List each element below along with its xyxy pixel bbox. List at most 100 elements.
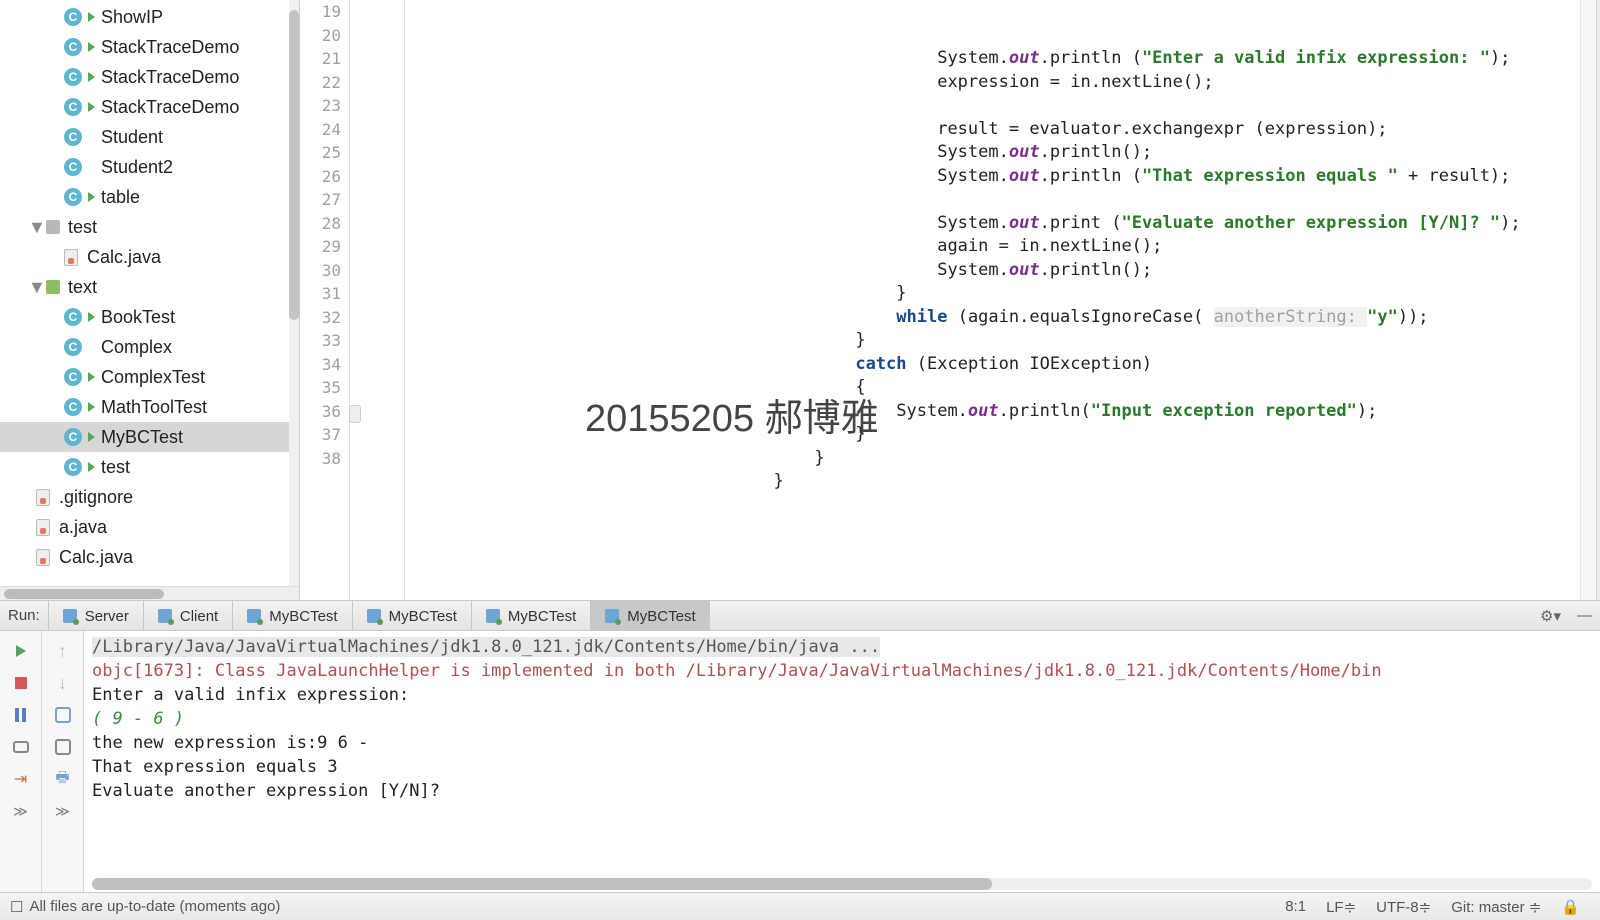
tree-item-table[interactable]: Ctable [0,182,299,212]
run-tab-label: MyBCTest [627,608,695,625]
tree-item-label: test [101,457,130,478]
console-path: /Library/Java/JavaVirtualMachines/jdk1.8… [92,637,880,657]
chevron-down-icon: ▼ [28,217,42,238]
class-icon: C [64,308,82,326]
sidebar-vscroll[interactable] [289,0,299,586]
run-tab-server[interactable]: Server [48,601,143,631]
watermark-text: 20155205 郝博雅 [585,408,879,432]
class-icon: C [64,128,82,146]
line-ending[interactable]: LF≑ [1316,898,1366,916]
tree-item-showip[interactable]: CShowIP [0,2,299,32]
class-icon: C [64,98,82,116]
runnable-icon [88,432,95,442]
tree-item-booktest[interactable]: C BookTest [0,302,299,332]
runnable-icon [88,312,95,322]
tree-item-mybctest[interactable]: CMyBCTest [0,422,299,452]
runnable-icon [88,372,95,382]
class-icon: C [64,158,82,176]
scroll-end-icon[interactable] [53,737,73,757]
sidebar-hscroll[interactable] [0,586,299,600]
run-tab-label: MyBCTest [508,608,576,625]
class-icon: C [64,38,82,56]
more2-icon[interactable]: ≫ [53,801,73,821]
run-tabbar: Run: ServerClient MyBCTest MyBCTest MyBCTes… [0,601,1600,631]
error-stripe[interactable] [1580,0,1596,600]
tree-item-complextest[interactable]: CComplexTest [0,362,299,392]
down-icon[interactable]: ↓ [53,673,73,693]
run-panel: Run: ServerClient MyBCTest MyBCTest MyBCTes… [0,600,1600,892]
tree-item-calc-java[interactable]: Calc.java [0,542,299,572]
console-line: Enter a valid infix expression: [92,683,1592,707]
tree-item-label: MathToolTest [101,397,207,418]
run-tab-mybctest[interactable]: MyBCTest [352,601,471,631]
print-icon[interactable]: 🖶 [53,769,73,789]
tree-item-label: Student2 [101,157,173,178]
run-tool-col-1: ⇥ ≫ [0,631,42,892]
class-icon: C [64,338,82,356]
folder-icon [46,280,60,294]
tree-item-label: BookTest [101,307,175,328]
tree-item-label: StackTraceDemo [101,67,239,88]
runnable-icon [88,192,95,202]
runnable-icon [88,12,95,22]
class-icon: C [64,398,82,416]
console-line: That expression equals 3 [92,755,1592,779]
run-config-icon [605,609,619,623]
runnable-icon [88,42,95,52]
exit-icon[interactable]: ⇥ [11,769,31,789]
tree-item-label: table [101,187,140,208]
tree-item-text[interactable]: ▼text [0,272,299,302]
run-settings-icon[interactable]: ⚙▾ [1532,607,1569,625]
console-line: the new expression is:9 6 - [92,731,1592,755]
tree-item-stacktracedemo[interactable]: C StackTraceDemo [0,92,299,122]
file-icon [36,489,50,506]
run-config-icon [247,609,261,623]
tree-item-mathtooltest[interactable]: C MathToolTest [0,392,299,422]
code-area[interactable]: System.out.println ("Enter a valid infix… [405,0,1580,600]
tree-item--gitignore[interactable]: .gitignore [0,482,299,512]
run-config-icon [63,609,77,623]
tree-item-a-java[interactable]: a.java [0,512,299,542]
caret-position[interactable]: 8:1 [1275,898,1316,915]
tree-item-stacktracedemo[interactable]: CStackTraceDemo [0,62,299,92]
tree-item-complex[interactable]: CComplex [0,332,299,362]
tree-item-student2[interactable]: C Student2 [0,152,299,182]
class-icon: C [64,8,82,26]
run-tab-mybctest[interactable]: MyBCTest [232,601,351,631]
run-tab-label: MyBCTest [389,608,457,625]
fold-handle[interactable] [349,405,361,423]
up-icon[interactable]: ↑ [53,641,73,661]
softwrap-icon[interactable] [53,705,73,725]
more-icon[interactable]: ≫ [11,801,31,821]
lock-icon[interactable]: 🔒 [1551,898,1590,916]
run-minimize-icon[interactable]: — [1569,607,1600,624]
run-tab-client[interactable]: Client [143,601,232,631]
vcs-status: All files are up-to-date (moments ago) [29,898,280,915]
console-output[interactable]: /Library/Java/JavaVirtualMachines/jdk1.8… [84,631,1600,892]
pause-icon[interactable] [11,705,31,725]
encoding[interactable]: UTF-8≑ [1366,898,1441,916]
tree-item-test[interactable]: Ctest [0,452,299,482]
tree-item-calc-java[interactable]: Calc.java [0,242,299,272]
tree-item-label: StackTraceDemo [101,97,239,118]
tree-item-stacktracedemo[interactable]: CStackTraceDemo [0,32,299,62]
run-tab-label: MyBCTest [269,608,337,625]
run-tool-col-2: ↑ ↓ 🖶 ≫ [42,631,84,892]
run-tab-mybctest[interactable]: MyBCTest [590,601,709,631]
tree-item-label: test [68,217,97,238]
tree-item-label: Student [101,127,163,148]
tree-item-student[interactable]: C Student [0,122,299,152]
run-label: Run: [0,607,48,624]
class-icon: C [64,188,82,206]
line-gutter: 1920212223242526272829303132333435363738 [300,0,350,600]
dump-threads-icon[interactable] [11,737,31,757]
tree-item-test[interactable]: ▼ test [0,212,299,242]
run-tab-mybctest[interactable]: MyBCTest [471,601,590,631]
stop-icon[interactable] [11,673,31,693]
chevron-down-icon: ▼ [28,277,42,298]
git-branch[interactable]: Git: master ≑ [1441,898,1551,916]
code-editor[interactable]: 1920212223242526272829303132333435363738… [300,0,1596,600]
run-config-icon [367,609,381,623]
console-hscroll[interactable] [92,878,1592,890]
rerun-icon[interactable] [11,641,31,661]
